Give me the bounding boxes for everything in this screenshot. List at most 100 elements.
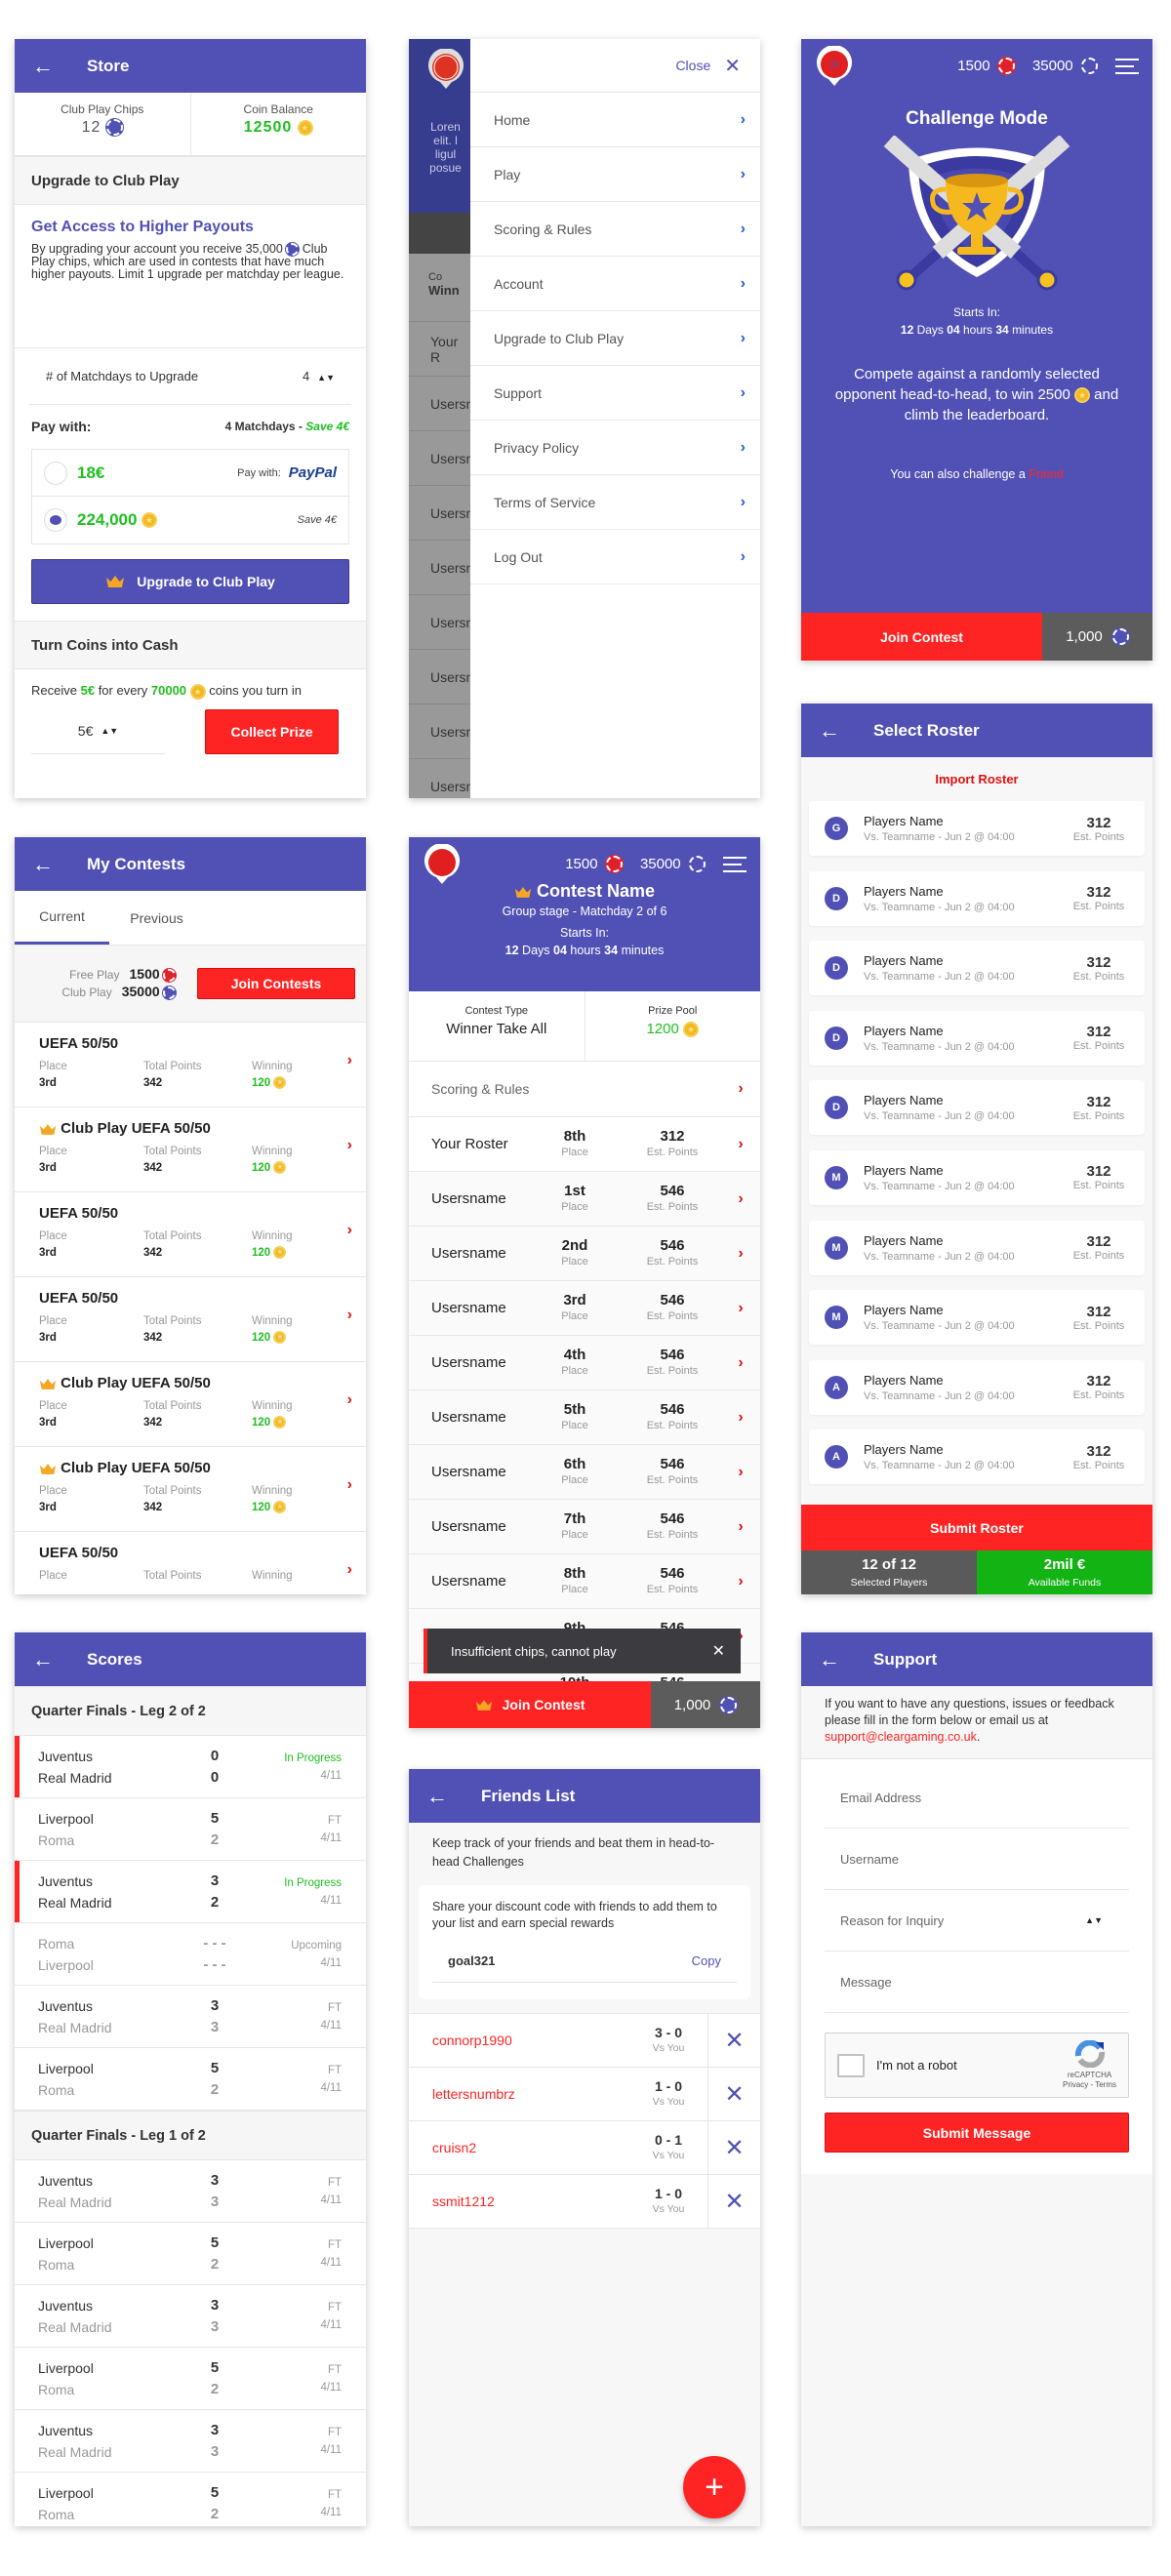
leaderboard-row[interactable]: Usersname 7th Place 546 Est. Points › bbox=[409, 1500, 760, 1554]
hamburger-menu-icon[interactable] bbox=[1115, 58, 1139, 74]
match-row[interactable]: Juventus Real Madrid 0 0 In Progress 4/11 bbox=[15, 1736, 366, 1798]
upgrade-button[interactable]: Upgrade to Club Play bbox=[31, 559, 349, 604]
friend-name[interactable]: ssmit1212 bbox=[409, 2194, 629, 2209]
add-friend-button[interactable]: + bbox=[683, 2456, 746, 2518]
match-row[interactable]: Liverpool Roma 5 2 FT 4/11 bbox=[15, 2048, 366, 2111]
close-menu-button[interactable]: Close ✕ bbox=[470, 39, 760, 93]
match-row[interactable]: Liverpool Roma 5 2 FT 4/11 bbox=[15, 2348, 366, 2410]
join-contests-button[interactable]: Join Contests bbox=[197, 968, 355, 999]
player-card[interactable]: A Players Name Vs. Teamname - Jun 2 @ 04:… bbox=[809, 1359, 1145, 1415]
tab-current[interactable]: Current bbox=[15, 891, 109, 945]
match-row[interactable]: Juventus Real Madrid 3 3 FT 4/11 bbox=[15, 1986, 366, 2048]
player-card[interactable]: D Players Name Vs. Teamname - Jun 2 @ 04:… bbox=[809, 870, 1145, 926]
player-card[interactable]: M Players Name Vs. Teamname - Jun 2 @ 04:… bbox=[809, 1220, 1145, 1275]
match-row[interactable]: Juventus Real Madrid 3 3 FT 4/11 bbox=[15, 2160, 366, 2223]
tab-previous[interactable]: Previous bbox=[109, 891, 204, 945]
support-email-link[interactable]: support@cleargaming.co.uk bbox=[825, 1730, 977, 1744]
join-contest-button[interactable]: Join Contest bbox=[801, 613, 1042, 661]
menu-item[interactable]: Scoring & Rules › bbox=[470, 202, 760, 257]
away-team: Real Madrid bbox=[38, 2318, 112, 2335]
match-row[interactable]: Liverpool Roma 5 2 FT 4/11 bbox=[15, 2473, 366, 2526]
leaderboard-row[interactable]: Usersname 4th Place 546 Est. Points › bbox=[409, 1336, 760, 1390]
match-row[interactable]: Roma Liverpool - - - - - - Upcoming 4/11 bbox=[15, 1923, 366, 1986]
contest-row[interactable]: Club Play UEFA 50/50 Place 3rd Total Poin… bbox=[15, 1362, 366, 1447]
message-field[interactable]: Message bbox=[825, 1952, 1129, 2013]
logo-icon[interactable] bbox=[815, 45, 854, 87]
username-field[interactable]: Username bbox=[825, 1829, 1129, 1890]
close-icon[interactable]: ✕ bbox=[712, 1641, 725, 1661]
remove-friend-icon[interactable]: ✕ bbox=[707, 2121, 760, 2174]
leaderboard-row[interactable]: Usersname 6th Place 546 Est. Points › bbox=[409, 1445, 760, 1500]
payment-option-cash[interactable]: 18€ Pay with: PayPal bbox=[32, 450, 348, 497]
menu-item[interactable]: Home › bbox=[470, 93, 760, 147]
leaderboard-row[interactable]: Usersname 1st Place 546 Est. Points › bbox=[409, 1172, 760, 1227]
import-roster-link[interactable]: Import Roster bbox=[801, 757, 1152, 801]
match-row[interactable]: Juventus Real Madrid 3 3 FT 4/11 bbox=[15, 2410, 366, 2473]
submit-roster-button[interactable]: Submit Roster bbox=[801, 1505, 1152, 1550]
menu-item[interactable]: Account › bbox=[470, 257, 760, 311]
player-card[interactable]: D Players Name Vs. Teamname - Jun 2 @ 04:… bbox=[809, 941, 1145, 996]
menu-item[interactable]: Privacy Policy › bbox=[470, 421, 760, 475]
leaderboard-row[interactable]: Usersname 5th Place 546 Est. Points › bbox=[409, 1390, 760, 1445]
remove-friend-icon[interactable]: ✕ bbox=[707, 2175, 760, 2228]
email-field[interactable]: Email Address bbox=[825, 1767, 1129, 1829]
contest-row[interactable]: UEFA 50/50 Place 3rd Total Points 342 Winn… bbox=[15, 1277, 366, 1362]
cash-amount-select[interactable]: 5€ ▲▼ bbox=[31, 709, 165, 754]
friend-name[interactable]: connorp1990 bbox=[409, 2033, 629, 2048]
remove-friend-icon[interactable]: ✕ bbox=[707, 2068, 760, 2120]
friend-name[interactable]: cruisn2 bbox=[409, 2140, 629, 2155]
player-name: Players Name bbox=[864, 1162, 944, 1178]
menu-item[interactable]: Upgrade to Club Play › bbox=[470, 311, 760, 366]
captcha-links[interactable]: Privacy - Terms bbox=[1063, 2080, 1116, 2089]
place-label: Place bbox=[39, 1485, 67, 1497]
player-card[interactable]: D Players Name Vs. Teamname - Jun 2 @ 04:… bbox=[809, 1010, 1145, 1066]
leaderboard-row[interactable]: Usersname 8th Place 546 Est. Points › bbox=[409, 1554, 760, 1609]
player-card[interactable]: M Players Name Vs. Teamname - Jun 2 @ 04:… bbox=[809, 1149, 1145, 1205]
collect-prize-button[interactable]: Collect Prize bbox=[205, 708, 339, 754]
player-card[interactable]: A Players Name Vs. Teamname - Jun 2 @ 04:… bbox=[809, 1429, 1145, 1485]
match-row[interactable]: Juventus Real Madrid 3 3 FT 4/11 bbox=[15, 2285, 366, 2348]
player-card[interactable]: D Players Name Vs. Teamname - Jun 2 @ 04:… bbox=[809, 1080, 1145, 1136]
match-row[interactable]: Liverpool Roma 5 2 FT 4/11 bbox=[15, 2223, 366, 2285]
menu-item[interactable]: Support › bbox=[470, 366, 760, 421]
hamburger-menu-icon[interactable] bbox=[723, 856, 747, 872]
menu-item[interactable]: Play › bbox=[470, 147, 760, 202]
contest-row[interactable]: UEFA 50/50 Place 3rd Total Points 342 Winn… bbox=[15, 1023, 366, 1107]
back-arrow-icon[interactable]: ← bbox=[819, 719, 848, 742]
match-row[interactable]: Juventus Real Madrid 3 2 In Progress 4/11 bbox=[15, 1861, 366, 1923]
player-card[interactable]: M Players Name Vs. Teamname - Jun 2 @ 04:… bbox=[809, 1290, 1145, 1346]
payment-option-coins[interactable]: 224,000 ★ Save 4€ bbox=[32, 497, 348, 543]
scoring-rules-link[interactable]: Scoring & Rules › bbox=[409, 1062, 760, 1117]
submit-message-button[interactable]: Submit Message bbox=[825, 2113, 1129, 2153]
contest-row[interactable]: Club Play UEFA 50/50 Place 3rd Total Poin… bbox=[15, 1107, 366, 1192]
leaderboard-row[interactable]: Usersname 2nd Place 546 Est. Points › bbox=[409, 1227, 760, 1281]
join-contest-button[interactable]: Join Contest bbox=[409, 1681, 651, 1728]
reason-select[interactable]: Reason for Inquiry ▲▼ bbox=[825, 1890, 1129, 1952]
friend-link[interactable]: Friend bbox=[1029, 467, 1063, 481]
menu-item[interactable]: Log Out › bbox=[470, 530, 760, 584]
chevron-right-icon: › bbox=[346, 1307, 352, 1323]
contest-row[interactable]: Club Play UEFA 50/50 Place 3rd Total Poin… bbox=[15, 1447, 366, 1532]
match-status: In Progress bbox=[284, 1876, 342, 1889]
radio-unselected[interactable] bbox=[44, 461, 67, 485]
back-arrow-icon[interactable]: ← bbox=[32, 853, 61, 875]
copy-button[interactable]: Copy bbox=[692, 1953, 721, 1968]
back-arrow-icon[interactable]: ← bbox=[32, 55, 61, 77]
contest-row[interactable]: UEFA 50/50 Place Total Points Winning › bbox=[15, 1532, 366, 1594]
remove-friend-icon[interactable]: ✕ bbox=[707, 2014, 760, 2067]
leaderboard-row[interactable]: Usersname 3rd Place 546 Est. Points › bbox=[409, 1281, 760, 1336]
back-arrow-icon[interactable]: ← bbox=[32, 1648, 61, 1670]
logo-icon[interactable] bbox=[423, 843, 462, 885]
menu-item[interactable]: Terms of Service › bbox=[470, 475, 760, 530]
back-arrow-icon[interactable]: ← bbox=[426, 1785, 456, 1807]
close-icon[interactable]: ✕ bbox=[724, 54, 741, 78]
player-card[interactable]: G Players Name Vs. Teamname - Jun 2 @ 04:… bbox=[809, 801, 1145, 856]
your-roster-row[interactable]: Your Roster 8th Place 312 Est. Points › bbox=[409, 1117, 760, 1172]
match-row[interactable]: Liverpool Roma 5 2 FT 4/11 bbox=[15, 1798, 366, 1861]
radio-selected[interactable] bbox=[44, 508, 67, 532]
matchdays-select[interactable]: # of Matchdays to Upgrade 4 ▲▼ bbox=[29, 348, 351, 405]
contest-row[interactable]: UEFA 50/50 Place 3rd Total Points 342 Winn… bbox=[15, 1192, 366, 1277]
friend-name[interactable]: lettersnumbrz bbox=[409, 2086, 629, 2102]
back-arrow-icon[interactable]: ← bbox=[819, 1648, 848, 1670]
captcha-checkbox[interactable] bbox=[837, 2053, 865, 2077]
